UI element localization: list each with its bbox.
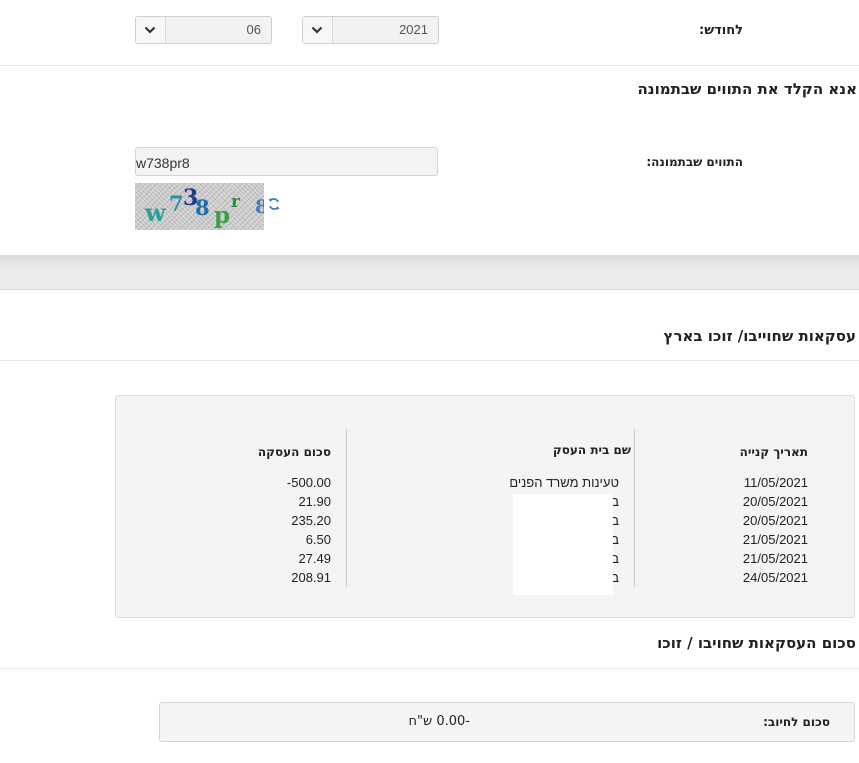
row-date: 20/05/2021 — [742, 494, 808, 509]
chevron-down-icon — [144, 26, 156, 34]
captcha-char: w — [144, 198, 167, 227]
captcha-field-label: התווים שבתמונה: — [646, 155, 743, 169]
row-date: 21/05/2021 — [742, 532, 808, 547]
row-amount: -500.00 — [286, 475, 331, 490]
transactions-section-title: עסקאות שחוייבו/ זוכו בארץ — [663, 327, 856, 345]
row-amount: 235.20 — [291, 513, 331, 528]
month-label: לחודש: — [699, 23, 743, 38]
month-select-value: 06 — [246, 22, 261, 37]
row-merchant: טעינות משרד הפנים — [509, 475, 619, 490]
captcha-input[interactable] — [135, 147, 438, 176]
row-date: 21/05/2021 — [742, 551, 808, 566]
captcha-char: r — [231, 192, 241, 212]
captcha-char: 8 — [195, 195, 210, 220]
row-amount: 21.90 — [298, 494, 331, 509]
row-amount: 208.91 — [291, 570, 331, 585]
chevron-down-icon — [311, 26, 323, 34]
divider — [0, 360, 859, 361]
divider — [0, 65, 859, 66]
month-select[interactable]: 06 — [135, 16, 272, 44]
summary-section-title: סכום העסקאות שחויבו / זוכו — [657, 634, 856, 652]
captcha-section-title: אנא הקלד את התווים שבתמונה — [637, 80, 857, 98]
total-panel: סכום לחיוב: -0.00 ש"ח — [159, 702, 855, 742]
header-merchant: שם בית העסק — [552, 443, 631, 457]
year-dropdown-button[interactable] — [303, 17, 333, 43]
captcha-char: 7 — [169, 191, 184, 216]
year-select[interactable]: 2021 — [302, 16, 439, 44]
transactions-table: תאריך קנייה שם בית העסק סכום העסקה 11/05… — [115, 395, 855, 618]
section-separator — [0, 255, 859, 290]
row-date: 20/05/2021 — [742, 513, 808, 528]
captcha-glyphs: w 7 3 8 p r 8 — [144, 185, 264, 229]
month-dropdown-button[interactable] — [136, 17, 166, 43]
column-separator — [634, 429, 635, 587]
redaction-box — [513, 494, 613, 595]
refresh-icon — [268, 198, 280, 210]
header-date: תאריך קנייה — [739, 445, 808, 459]
total-label: סכום לחיוב: — [763, 715, 830, 729]
captcha-image: w 7 3 8 p r 8 — [135, 183, 264, 230]
captcha-char: 8 — [255, 196, 264, 218]
column-separator — [346, 429, 347, 587]
refresh-captcha-button[interactable] — [267, 197, 281, 211]
row-date: 11/05/2021 — [743, 475, 808, 490]
row-amount: 27.49 — [298, 551, 331, 566]
header-amount: סכום העסקה — [257, 445, 331, 459]
row-amount: 6.50 — [305, 532, 331, 547]
total-value: -0.00 ש"ח — [408, 714, 470, 729]
captcha-char: p — [214, 202, 230, 229]
year-select-value: 2021 — [399, 22, 428, 37]
divider — [0, 668, 859, 669]
row-date: 24/05/2021 — [742, 570, 808, 585]
